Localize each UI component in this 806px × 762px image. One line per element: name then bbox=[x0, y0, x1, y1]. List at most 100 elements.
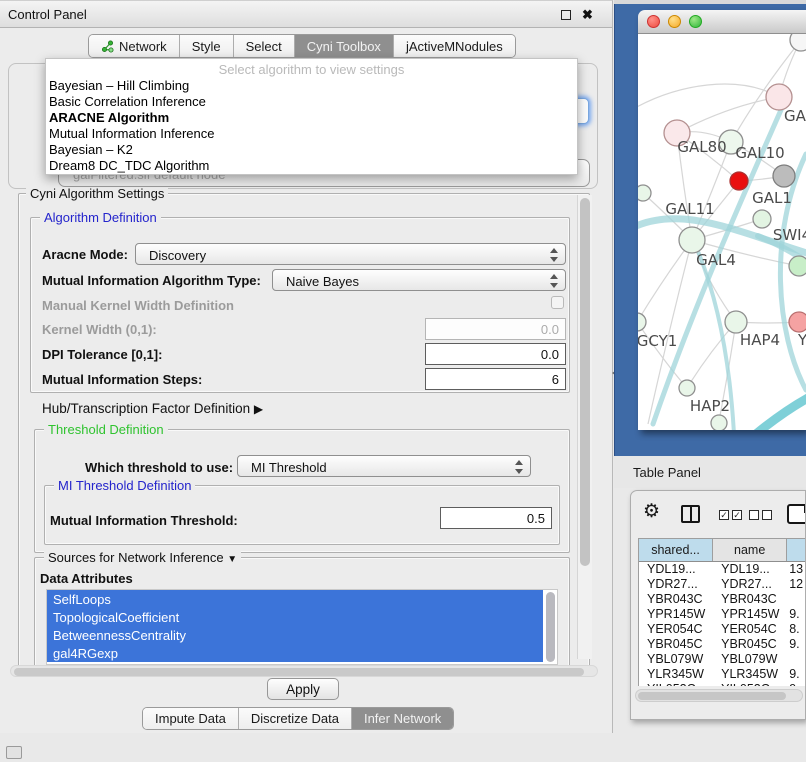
node-gal11[interactable] bbox=[638, 185, 651, 201]
dropdown-item[interactable]: Bayesian – Hill Climbing bbox=[46, 77, 577, 93]
column-header-name[interactable]: name bbox=[713, 539, 787, 561]
apply-button[interactable]: Apply bbox=[267, 678, 339, 700]
control-panel-titlebar[interactable]: Control Panel ✖ bbox=[0, 1, 612, 28]
node-partial-top[interactable] bbox=[790, 34, 806, 51]
list-item[interactable]: TopologicalCoefficient bbox=[47, 608, 543, 626]
dropdown-placeholder: Select algorithm to view settings bbox=[46, 62, 577, 77]
hub-transcription-factor-section[interactable]: Hub/Transcription Factor Definition ▶ bbox=[42, 401, 263, 416]
dpi-tolerance-label: DPI Tolerance [0,1]: bbox=[42, 347, 162, 362]
tab-style[interactable]: Style bbox=[180, 35, 234, 57]
table-header-row: shared... name bbox=[639, 539, 806, 562]
node-hap2[interactable] bbox=[679, 380, 695, 396]
collapsed-caret-icon: ▶ bbox=[254, 402, 263, 416]
dropdown-item[interactable]: Basic Correlation Inference bbox=[46, 93, 577, 109]
settings-horizontal-scrollbar[interactable] bbox=[10, 665, 598, 677]
stepper-arrows-icon bbox=[514, 460, 523, 474]
tab-select[interactable]: Select bbox=[234, 35, 295, 57]
tab-network-label: Network bbox=[119, 39, 167, 54]
column-header-partial[interactable] bbox=[787, 539, 806, 561]
node-gcy1[interactable] bbox=[638, 313, 646, 331]
tab-discretize-data[interactable]: Discretize Data bbox=[239, 708, 352, 729]
scrollbar-thumb[interactable] bbox=[14, 668, 584, 676]
node-attribute-table[interactable]: shared... name YDL19...YDL19...13 YDR27.… bbox=[638, 538, 806, 686]
mi-threshold-field[interactable]: 0.5 bbox=[440, 507, 552, 529]
node-gal1[interactable] bbox=[753, 210, 771, 228]
node-label: GAL4 bbox=[696, 251, 736, 269]
tab-network[interactable]: Network bbox=[89, 35, 180, 57]
table-row[interactable]: YBL079WYBL079W bbox=[639, 652, 806, 667]
node-gal4[interactable] bbox=[679, 227, 705, 253]
which-threshold-label: Which threshold to use: bbox=[85, 460, 233, 475]
node-gray[interactable] bbox=[773, 165, 795, 187]
table-row[interactable]: YDL19...YDL19...13 bbox=[639, 562, 806, 577]
zoom-traffic-light-icon[interactable] bbox=[689, 15, 702, 28]
tab-jactivemnodules[interactable]: jActiveMNodules bbox=[394, 35, 515, 57]
dropdown-item[interactable]: Bayesian – K2 bbox=[46, 141, 577, 157]
columns-icon[interactable] bbox=[681, 505, 700, 523]
network-icon bbox=[101, 40, 114, 53]
select-all-icon[interactable]: ✓ ✓ bbox=[719, 510, 742, 520]
manual-kernel-checkbox[interactable] bbox=[551, 296, 564, 309]
tab-impute-data[interactable]: Impute Data bbox=[143, 708, 239, 729]
mi-steps-field[interactable]: 6 bbox=[425, 368, 566, 390]
sources-title[interactable]: Sources for Network Inference ▼ bbox=[44, 551, 241, 566]
minimized-panel-icon[interactable] bbox=[6, 746, 22, 759]
scrollbar-thumb[interactable] bbox=[580, 198, 590, 566]
gear-icon[interactable]: ⚙ bbox=[643, 502, 660, 522]
table-row[interactable]: YER054CYER054C8. bbox=[639, 622, 806, 637]
settings-vertical-scrollbar[interactable] bbox=[577, 195, 592, 659]
deselect-all-icon[interactable] bbox=[749, 510, 772, 520]
aracne-mode-combo[interactable]: Discovery bbox=[135, 243, 566, 265]
which-threshold-combo[interactable]: MI Threshold bbox=[237, 455, 531, 477]
mi-threshold-definition-title: MI Threshold Definition bbox=[54, 479, 195, 492]
column-header-shared-name[interactable]: shared... bbox=[639, 539, 713, 561]
network-view-window[interactable]: GAL GAL80 GAL10 GAL11 GAL1 SWI4 GAL4 GCY… bbox=[638, 10, 806, 430]
dropdown-item[interactable]: Mutual Information Inference bbox=[46, 125, 577, 141]
node-partial-bottom[interactable] bbox=[711, 415, 727, 430]
kernel-width-label: Kernel Width (0,1): bbox=[42, 322, 157, 337]
stepper-arrows-icon bbox=[549, 274, 558, 288]
float-icon[interactable] bbox=[561, 10, 571, 20]
table-row[interactable]: YIL052CYIL052C9. bbox=[639, 682, 806, 686]
dpi-tolerance-field[interactable]: 0.0 bbox=[425, 343, 566, 365]
node-label: HAP2 bbox=[690, 397, 730, 415]
list-scrollbar[interactable] bbox=[546, 592, 555, 662]
checked-box-icon: ✓ bbox=[732, 510, 742, 520]
network-canvas[interactable]: GAL GAL80 GAL10 GAL11 GAL1 SWI4 GAL4 GCY… bbox=[638, 34, 806, 430]
table-row[interactable]: YLR345WYLR345W9. bbox=[639, 667, 806, 682]
node-label: Y bbox=[797, 331, 806, 349]
node-pink[interactable] bbox=[789, 312, 806, 332]
node-swi4[interactable] bbox=[789, 256, 806, 276]
node-red[interactable] bbox=[730, 172, 748, 190]
close-icon[interactable]: ✖ bbox=[582, 7, 593, 23]
mi-steps-label: Mutual Information Steps: bbox=[42, 372, 202, 387]
tab-cyni-toolbox[interactable]: Cyni Toolbox bbox=[295, 35, 394, 57]
scrollbar-thumb[interactable] bbox=[638, 692, 786, 700]
close-traffic-light-icon[interactable] bbox=[647, 15, 660, 28]
table-row[interactable]: YBR045CYBR045C9. bbox=[639, 637, 806, 652]
export-table-icon[interactable] bbox=[787, 504, 806, 524]
table-horizontal-scrollbar[interactable] bbox=[635, 689, 803, 702]
kernel-width-field[interactable]: 0.0 bbox=[425, 318, 566, 340]
tab-infer-network[interactable]: Infer Network bbox=[352, 708, 453, 729]
manual-kernel-label: Manual Kernel Width Definition bbox=[42, 298, 234, 313]
node-label: GAL10 bbox=[735, 144, 784, 162]
list-item[interactable]: BetweennessCentrality bbox=[47, 626, 543, 644]
data-attributes-list[interactable]: SelfLoops TopologicalCoefficient Between… bbox=[46, 589, 558, 665]
dropdown-item[interactable]: Dream8 DC_TDC Algorithm bbox=[46, 157, 577, 173]
teal-edge bbox=[756, 390, 806, 430]
list-item[interactable]: SelfLoops bbox=[47, 590, 543, 608]
table-row[interactable]: YBR043CYBR043C bbox=[639, 592, 806, 607]
table-panel-title: Table Panel bbox=[633, 465, 701, 480]
table-row[interactable]: YPR145WYPR145W9. bbox=[639, 607, 806, 622]
node-label: GAL1 bbox=[752, 189, 792, 207]
expanded-caret-icon: ▼ bbox=[227, 554, 237, 565]
unchecked-box-icon bbox=[762, 510, 772, 520]
dropdown-item-highlighted[interactable]: ARACNE Algorithm bbox=[46, 109, 577, 125]
network-window-titlebar[interactable] bbox=[638, 10, 806, 34]
list-item[interactable]: gal4RGexp bbox=[47, 644, 543, 662]
minimize-traffic-light-icon[interactable] bbox=[668, 15, 681, 28]
mi-type-combo[interactable]: Naive Bayes bbox=[272, 269, 566, 291]
table-row[interactable]: YDR27...YDR27...12 bbox=[639, 577, 806, 592]
node-hap4[interactable] bbox=[725, 311, 747, 333]
